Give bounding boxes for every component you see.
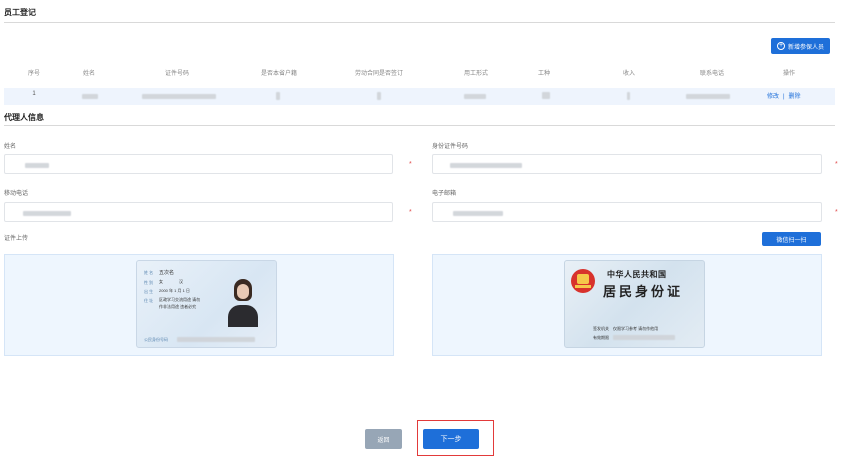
divider [4, 125, 835, 126]
id-front-birth: 2000 年 1 月 1 日 [159, 288, 190, 293]
column-header-labor-contract: 劳动合同是否签订 [354, 71, 403, 77]
required-mark: * [409, 209, 412, 216]
action-separator: | [782, 94, 785, 100]
phone-label: 移动电话 [4, 191, 29, 197]
id-front-gender: 女 [159, 279, 163, 284]
id-front-name-label: 姓 名 [144, 270, 154, 275]
id-back-validity-label: 有效期限 [593, 335, 609, 340]
add-insured-person-label: 新增参保人员 [787, 44, 824, 51]
id-number-redacted [142, 94, 216, 99]
id-back-upload-area[interactable]: 中华人民共和国 居民身份证 签发机关 仅限学习参考 请勿作他用 有效期限 [432, 254, 822, 356]
column-header-employment-type: 用工形式 [463, 71, 488, 77]
job-type-redacted [542, 92, 550, 99]
row-index: 1 [32, 91, 36, 97]
table-header: 序号 姓名 证件号码 是否本省户籍 劳动合同是否签订 用工形式 工种 收入 联系… [4, 68, 835, 81]
phone-value-redacted [23, 211, 71, 216]
required-mark: * [835, 209, 838, 216]
required-mark: * [409, 161, 412, 168]
column-header-name: 姓名 [82, 71, 95, 77]
name-redacted [82, 94, 98, 99]
column-header-income: 收入 [622, 71, 635, 77]
id-front-birth-label: 出 生 [144, 289, 154, 294]
column-header-phone: 联系电话 [699, 71, 724, 77]
section-title-employee-registration: 员工登记 [4, 8, 36, 17]
required-mark: * [835, 161, 838, 168]
id-number-input[interactable] [432, 154, 822, 174]
income-redacted [627, 92, 630, 100]
phone-input[interactable] [4, 202, 393, 222]
employment-type-redacted [464, 94, 486, 99]
upload-label: 证件上传 [4, 236, 29, 242]
id-value-redacted [450, 163, 522, 168]
id-back-authority-label: 签发机关 [593, 326, 609, 331]
next-step-button[interactable]: 下一步 [423, 429, 479, 449]
add-insured-person-button[interactable]: + 新增参保人员 [771, 38, 830, 54]
wechat-scan-button[interactable]: 微信扫一扫 [762, 232, 821, 246]
id-back-title-line1: 中华人民共和国 [607, 269, 667, 279]
id-front-upload-area[interactable]: 姓 名 五次名 性 别 女 汉 出 生 2000 年 1 月 1 日 住 址 区… [4, 254, 394, 356]
table-row: 1 修改 | 删除 [4, 88, 835, 105]
phone-redacted [686, 94, 730, 99]
id-front-address-label: 住 址 [144, 298, 154, 303]
divider [4, 22, 835, 23]
id-number-label: 身份证件号码 [432, 144, 469, 150]
household-redacted [276, 92, 280, 100]
delete-link[interactable]: 删除 [788, 94, 800, 100]
id-front-number-redacted [177, 337, 255, 342]
email-input[interactable] [432, 202, 822, 222]
name-input[interactable] [4, 154, 393, 174]
id-front-number-label: 公民身份号码 [144, 337, 168, 342]
column-header-id-number: 证件号码 [164, 71, 189, 77]
column-header-actions: 操作 [782, 71, 795, 77]
section-title-agent-info: 代理人信息 [4, 113, 44, 122]
national-emblem-icon [571, 269, 595, 293]
id-card-back-image: 中华人民共和国 居民身份证 签发机关 仅限学习参考 请勿作他用 有效期限 [564, 260, 705, 348]
edit-link[interactable]: 修改 [767, 94, 779, 100]
id-back-title-line2: 居民身份证 [603, 285, 684, 300]
name-label: 姓名 [4, 144, 17, 150]
plus-circle-icon: + [776, 42, 785, 50]
contract-redacted [377, 92, 381, 100]
back-button[interactable]: 返回 [365, 429, 402, 449]
id-card-front-image: 姓 名 五次名 性 别 女 汉 出 生 2000 年 1 月 1 日 住 址 区… [136, 260, 277, 348]
name-value-redacted [25, 163, 49, 168]
row-actions: 修改 | 删除 [767, 91, 817, 100]
id-front-gender-label: 性 别 [144, 280, 154, 285]
id-back-authority-value: 仅限学习参考 请勿作他用 [613, 326, 659, 331]
id-back-validity-redacted [613, 335, 675, 340]
column-header-job-type: 工种 [537, 71, 550, 77]
id-photo-avatar [225, 275, 261, 327]
id-front-address-line2: 作非法用途 违者必究 [159, 304, 197, 309]
id-front-name: 五次名 [159, 270, 175, 276]
id-front-address-line1: 区政学习交流用途 请勿 [159, 297, 201, 302]
email-label: 电子邮箱 [432, 191, 457, 197]
column-header-local-household: 是否本省户籍 [260, 71, 297, 77]
column-header-index: 序号 [27, 71, 40, 77]
id-front-ethnicity: 汉 [179, 279, 183, 284]
email-value-redacted [453, 211, 503, 216]
